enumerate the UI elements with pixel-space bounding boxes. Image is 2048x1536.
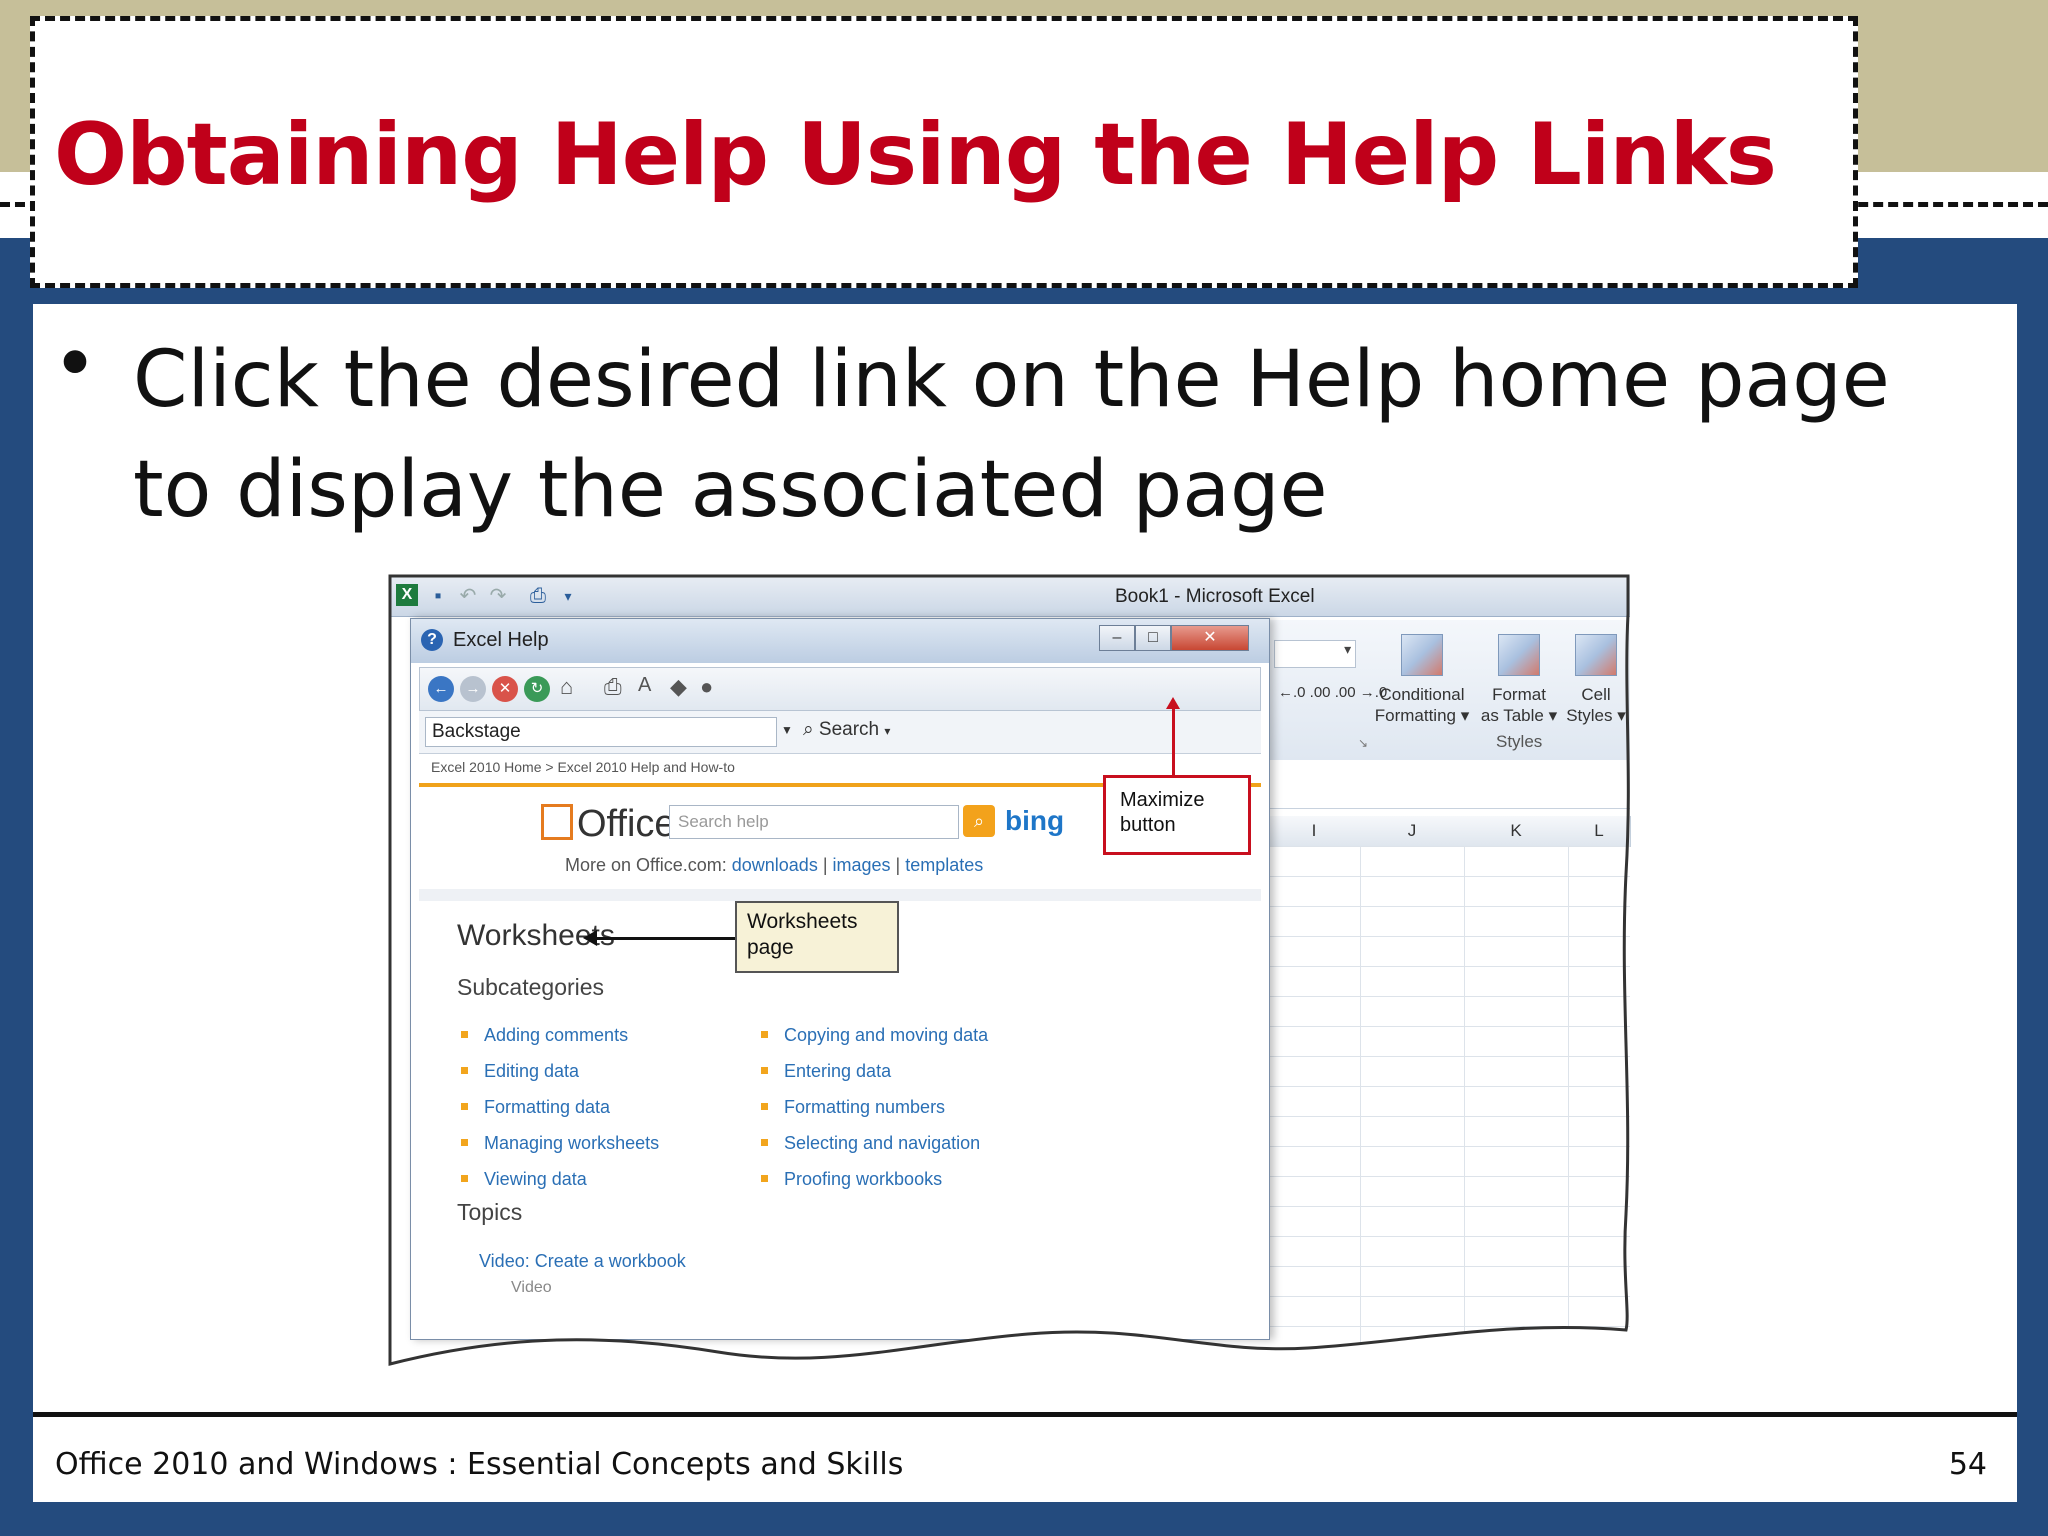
bullet-text: Click the desired link on the Help home … xyxy=(133,335,1890,535)
excel-screenshot-figure: X ▪ ↶ ↷ ⎙ ▾ Book1 - Microsoft Excel ▾ ←.… xyxy=(388,574,1633,1370)
slide-title: Obtaining Help Using the Help Links xyxy=(54,105,1777,205)
footer-text: Office 2010 and Windows : Essential Conc… xyxy=(55,1447,904,1482)
torn-edge-frame xyxy=(388,574,1633,1370)
slide-footer: Office 2010 and Windows : Essential Conc… xyxy=(33,1412,2017,1502)
bullet-dot: • xyxy=(52,320,99,410)
page-number: 54 xyxy=(1948,1447,1987,1482)
